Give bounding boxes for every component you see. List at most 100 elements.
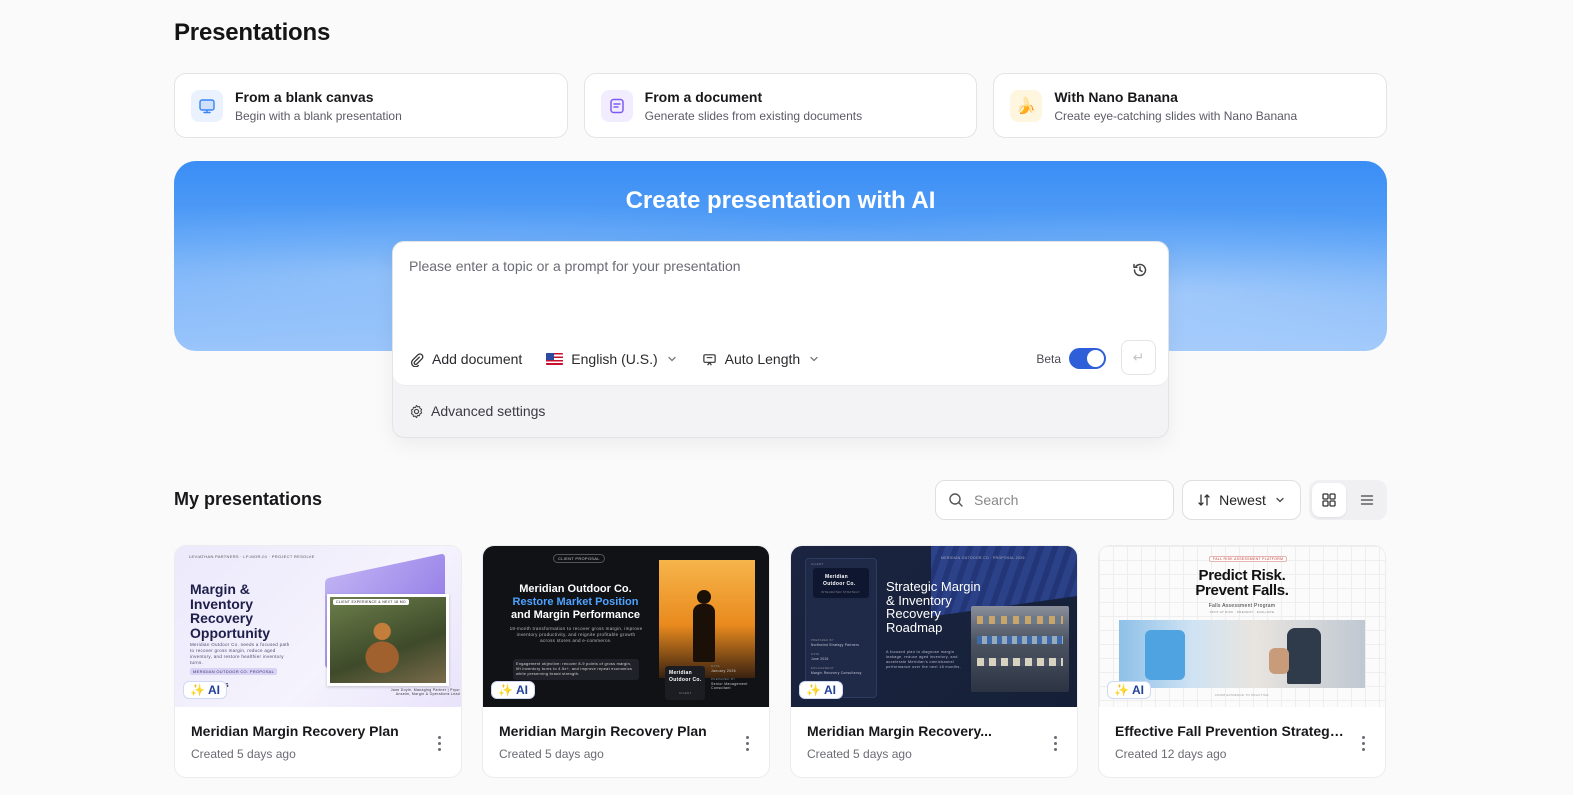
thumb-logo-line2: Outdoor Co.	[669, 677, 702, 683]
thumb-engagement: Margin Recovery Consultancy	[811, 671, 862, 675]
start-blank-canvas[interactable]: From a blank canvas Begin with a blank p…	[174, 73, 568, 138]
gear-icon	[410, 404, 423, 418]
thumb-header: LEVIATHAN PARTNERS · LP-MOR-01 · PROJECT…	[189, 554, 315, 559]
grid-view-button[interactable]	[1312, 483, 1346, 517]
length-label: Auto Length	[724, 351, 801, 367]
thumb-body: A focused plan to diagnose margin leakag…	[886, 650, 961, 669]
presentation-title: Effective Fall Prevention Strategies	[1115, 723, 1345, 739]
thumb-pill: CLIENT PROPOSAL	[553, 554, 605, 563]
thumb-photo-frame	[327, 594, 449, 686]
more-options-icon[interactable]	[741, 733, 753, 753]
start-from-document[interactable]: From a document Generate slides from exi…	[583, 73, 978, 138]
list-icon	[1360, 495, 1374, 505]
prompt-panel: Add document English (U.S.) Auto Length …	[392, 241, 1169, 438]
advanced-settings-label: Advanced settings	[431, 403, 546, 419]
thumb-prepared-label: PREPARED BY	[811, 638, 834, 642]
ai-badge: ✨ AI	[799, 681, 843, 699]
monitor-icon	[191, 89, 223, 122]
start-option-title: From a document	[644, 88, 763, 105]
more-options-icon[interactable]	[433, 733, 445, 753]
start-nano-banana[interactable]: 🍌 With Nano Banana Create eye-catching s…	[993, 73, 1388, 138]
chevron-down-icon	[1276, 497, 1284, 503]
presentation-title: Meridian Margin Recovery...	[807, 723, 992, 739]
more-options-icon[interactable]	[1049, 733, 1061, 753]
thumb-logo-line2: Outdoor Co.	[823, 581, 856, 587]
hero-title: Create presentation with AI	[625, 187, 936, 214]
thumb-heading: Strategic Margin & Inventory Recovery Ro…	[886, 579, 981, 635]
start-option-title: With Nano Banana	[1054, 88, 1178, 105]
advanced-settings-button[interactable]: Advanced settings	[409, 403, 545, 419]
thumb-photo	[659, 560, 755, 678]
presentation-created: Created 5 days ago	[807, 747, 912, 761]
list-view-button[interactable]	[1350, 483, 1384, 517]
presentation-card[interactable]: MERIDIAN OUTDOOR CO · PROPOSAL 2026 CLIE…	[790, 545, 1078, 778]
thumb-program-sub: SPOT AT RISK · PREVENT · EVALUATE	[1209, 610, 1275, 614]
thumb-client-label: CLIENT	[811, 562, 824, 566]
length-select[interactable]: Auto Length	[702, 351, 821, 367]
start-option-subtitle: Generate slides from existing documents	[644, 108, 863, 123]
add-document-label: Add document	[432, 351, 523, 367]
more-options-icon[interactable]	[1357, 733, 1369, 753]
prompt-toolbar: Add document English (U.S.) Auto Length	[409, 351, 820, 367]
presentation-title: Meridian Margin Recovery Plan	[499, 723, 707, 739]
presentation-created: Created 5 days ago	[191, 747, 296, 761]
thumb-meta-prep-label: PREPARED BY	[711, 677, 736, 681]
beta-label: Beta	[1036, 351, 1061, 366]
history-icon[interactable]	[1130, 260, 1150, 280]
thumb-line2: Prevent Falls.	[1195, 582, 1289, 599]
presentation-thumbnail: CLIENT PROPOSAL Meridian Outdoor Co. Res…	[483, 546, 769, 707]
thumb-footer-right: Jane Doyle, Managing Partner | Pryor Ans…	[390, 688, 460, 696]
add-document-button[interactable]: Add document	[409, 351, 522, 367]
send-button[interactable]: ↵	[1121, 340, 1156, 375]
chevron-down-icon	[668, 356, 676, 362]
start-option-subtitle: Create eye-catching slides with Nano Ban…	[1054, 108, 1298, 123]
thumb-header: MERIDIAN OUTDOOR CO · PROPOSAL 2026	[941, 556, 1025, 560]
search-field[interactable]	[935, 480, 1174, 520]
prompt-input[interactable]	[409, 258, 1109, 274]
thumb-meta-prep: Senior Management Consultant	[711, 682, 748, 690]
thumb-logo-line1: Meridian	[669, 670, 692, 676]
thumb-body: 18-month transformation to recover gross…	[509, 626, 643, 643]
presentation-thumbnail: FALL RISK ASSESSMENT PLATFORM Predict Ri…	[1099, 546, 1385, 707]
presentation-card[interactable]: CLIENT PROPOSAL Meridian Outdoor Co. Res…	[482, 545, 770, 778]
thumb-photo	[971, 606, 1069, 692]
sparkle-icon: ✨	[1114, 683, 1129, 697]
sparkle-icon: ✨	[806, 683, 821, 697]
beta-toggle[interactable]	[1069, 348, 1106, 369]
thumb-tag: FALL RISK ASSESSMENT PLATFORM	[1209, 556, 1288, 562]
start-option-subtitle: Begin with a blank presentation	[235, 108, 402, 123]
thumb-line2: Restore Market Position	[512, 596, 639, 608]
search-icon	[949, 493, 963, 507]
ai-badge: ✨ AI	[1107, 681, 1151, 699]
thumb-engagement-label: ENGAGEMENT	[811, 666, 834, 670]
presentation-card[interactable]: FALL RISK ASSESSMENT PLATFORM Predict Ri…	[1098, 545, 1386, 778]
search-input[interactable]	[974, 492, 1154, 508]
sparkle-icon: ✨	[190, 683, 205, 697]
thumb-line3: and Margin Performance	[511, 609, 640, 621]
chevron-down-icon	[810, 356, 818, 362]
beta-toggle-group: Beta	[1036, 348, 1106, 369]
thumb-tag: MERIDIAN OUTDOOR CO. PROPOSAL	[190, 668, 278, 675]
thumb-photo	[1119, 620, 1365, 688]
grid-icon	[1322, 493, 1336, 507]
thumb-meta-date-label: DATE	[711, 664, 720, 668]
language-select[interactable]: English (U.S.)	[546, 351, 677, 367]
thumb-photo-tag: CLIENT EXPERIENCE & NEXT 18 MO	[333, 599, 409, 605]
my-presentations-title: My presentations	[174, 489, 323, 509]
thumb-prepared: Northwind Strategy Partners	[811, 643, 860, 647]
sort-select[interactable]: Newest	[1182, 480, 1301, 520]
thumb-objective: Engagement objective: recover 8-9 points…	[513, 659, 639, 680]
start-option-title: From a blank canvas	[235, 88, 374, 105]
paperclip-icon	[410, 352, 424, 367]
us-flag-icon	[546, 353, 564, 365]
presentation-thumbnail: LEVIATHAN PARTNERS · LP-MOR-01 · PROJECT…	[175, 546, 461, 707]
presentation-title: Meridian Margin Recovery Plan	[191, 723, 399, 739]
presentation-card[interactable]: LEVIATHAN PARTNERS · LP-MOR-01 · PROJECT…	[174, 545, 462, 778]
presentation-created: Created 12 days ago	[1115, 747, 1227, 761]
prompt-editor: Add document English (U.S.) Auto Length …	[393, 242, 1168, 386]
language-label: English (U.S.)	[571, 351, 658, 367]
thumb-heading: Margin & Inventory Recovery Opportunity	[190, 581, 271, 642]
thumb-logo-line1: Meridian	[825, 574, 848, 580]
banana-icon: 🍌	[1010, 89, 1043, 122]
thumb-program: Falls Assessment Program	[1208, 603, 1276, 609]
